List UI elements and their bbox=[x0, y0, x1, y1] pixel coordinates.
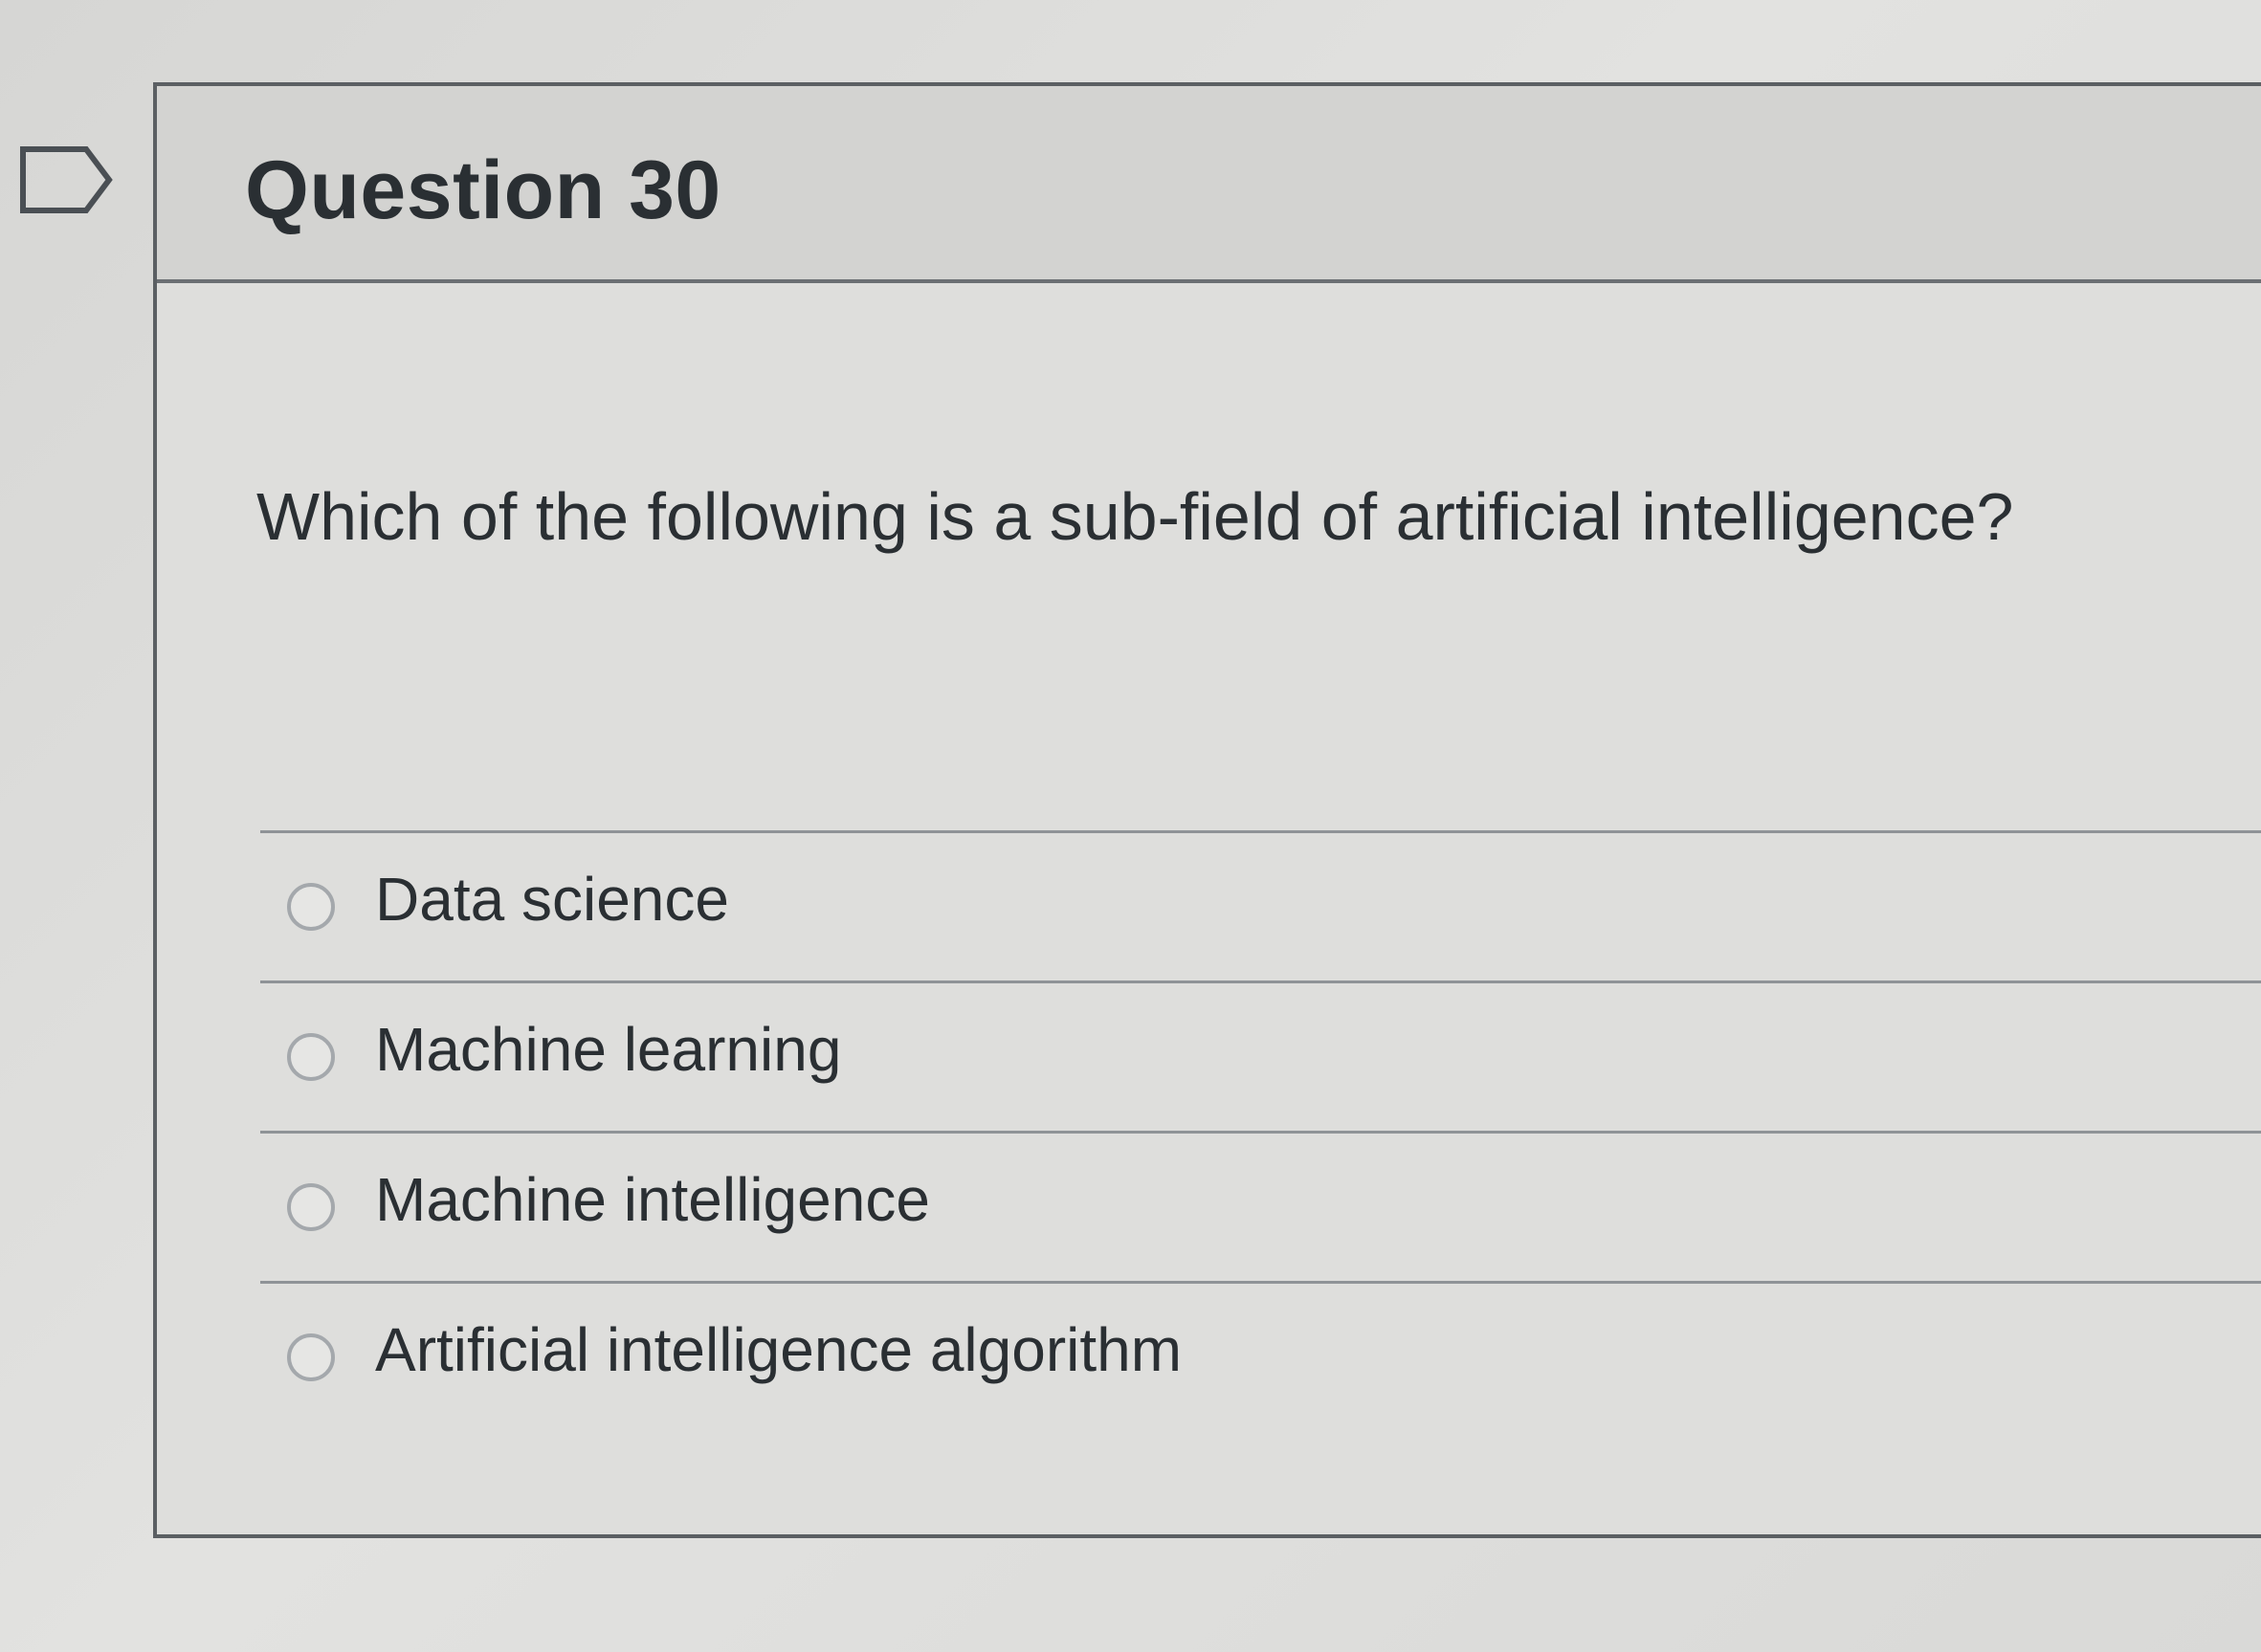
answer-label[interactable]: Machine intelligence bbox=[375, 1164, 930, 1235]
question-title: Question 30 bbox=[245, 144, 721, 236]
question-text: Which of the following is a sub-field of… bbox=[256, 479, 2014, 554]
radio-button[interactable] bbox=[287, 1033, 335, 1081]
question-header: Question 30 bbox=[157, 86, 2261, 283]
answer-option[interactable]: Artificial intelligence algorithm bbox=[260, 1281, 2261, 1431]
question-card: Question 30 Which of the following is a … bbox=[153, 82, 2261, 1538]
answer-option[interactable]: Data science bbox=[260, 830, 2261, 980]
answer-option[interactable]: Machine intelligence bbox=[260, 1131, 2261, 1281]
radio-button[interactable] bbox=[287, 1333, 335, 1381]
flag-outline-icon[interactable] bbox=[19, 145, 113, 214]
radio-button[interactable] bbox=[287, 883, 335, 931]
answer-label[interactable]: Machine learning bbox=[375, 1014, 841, 1085]
answer-label[interactable]: Artificial intelligence algorithm bbox=[375, 1314, 1182, 1385]
radio-button[interactable] bbox=[287, 1183, 335, 1231]
answer-option[interactable]: Machine learning bbox=[260, 980, 2261, 1131]
answer-label[interactable]: Data science bbox=[375, 864, 729, 935]
answer-list: Data science Machine learning Machine in… bbox=[260, 830, 2261, 1431]
